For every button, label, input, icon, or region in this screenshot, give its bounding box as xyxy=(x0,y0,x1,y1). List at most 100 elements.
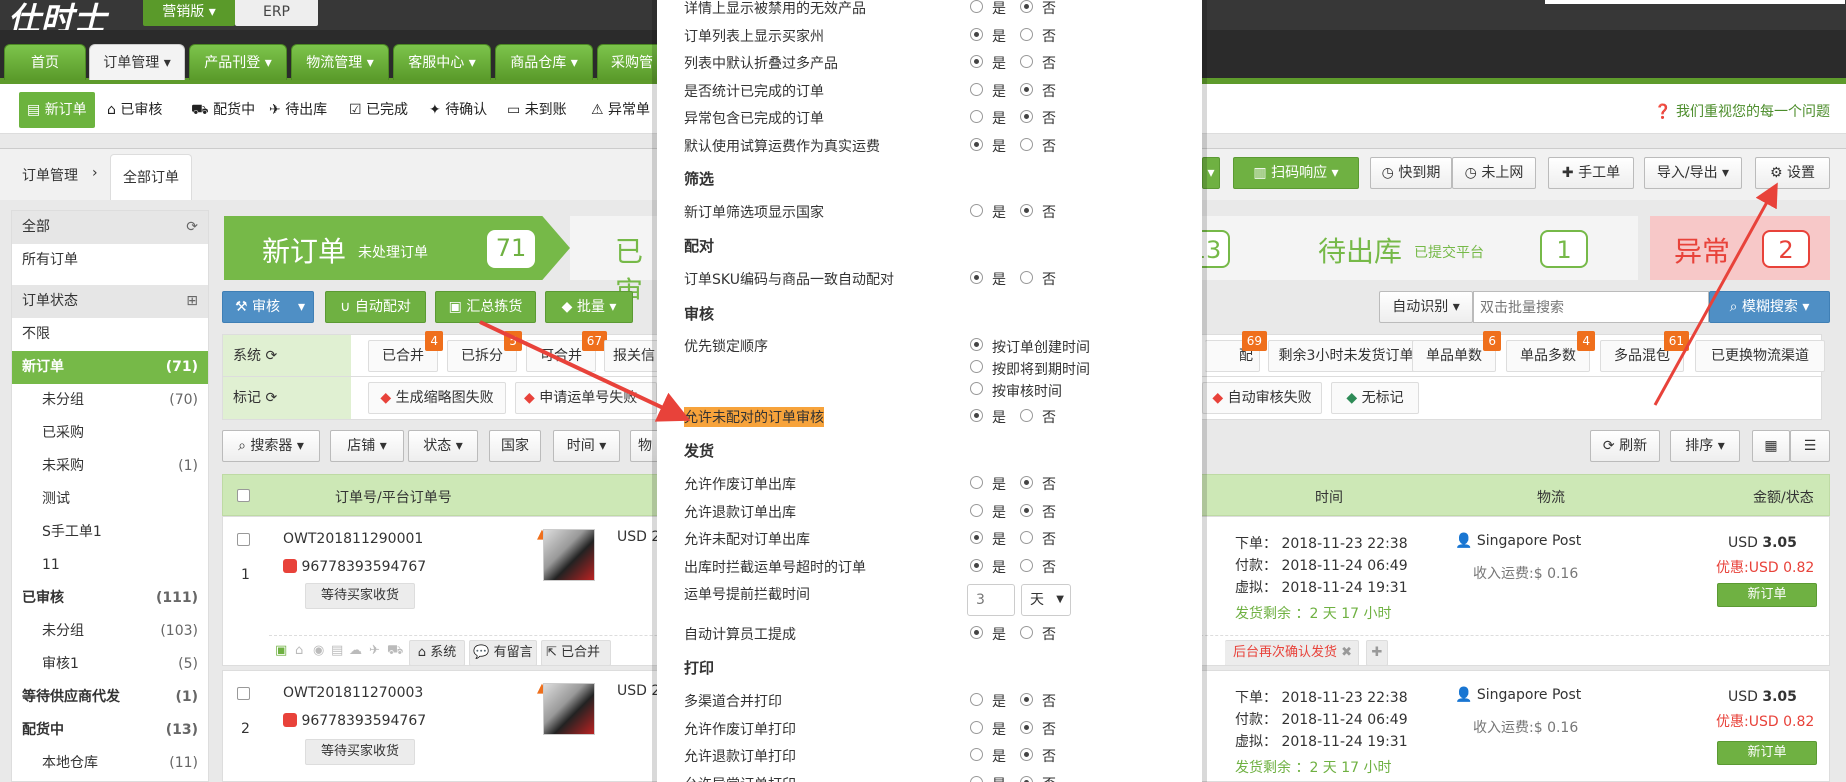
radio-yes[interactable] xyxy=(970,476,983,489)
refresh-icon[interactable]: ⟳ xyxy=(265,348,277,364)
refresh-icon[interactable]: ⟳ xyxy=(186,211,198,244)
intercept-time-input[interactable]: 3 xyxy=(967,584,1015,616)
batch-button[interactable]: ◆ 批量 ▾ xyxy=(545,291,633,323)
top-search-box[interactable] xyxy=(1545,0,1845,4)
radio-no[interactable] xyxy=(1020,693,1033,706)
sidebar-item-ungrouped[interactable]: 未分组 (70) xyxy=(12,384,208,417)
radio-no[interactable] xyxy=(1020,531,1033,544)
sidebar-all-orders[interactable]: 所有订单 xyxy=(12,244,208,277)
tab-home[interactable]: 首页 xyxy=(4,44,86,80)
intercept-unit-select[interactable]: 天 ▼ xyxy=(1021,584,1071,616)
radio-yes[interactable] xyxy=(970,110,983,123)
tab-product-listing[interactable]: 产品刊登 ▾ xyxy=(189,44,287,80)
radio-yes[interactable] xyxy=(970,626,983,639)
refresh-button[interactable]: ⟳ 刷新 xyxy=(1590,430,1660,462)
tag-merged[interactable]: 已合并 4 xyxy=(368,331,443,372)
sidebar-item-11[interactable]: 11 xyxy=(12,549,208,582)
state-button[interactable]: 新订单 xyxy=(1717,583,1817,607)
banner-abnormal[interactable]: 异常 2 xyxy=(1650,216,1830,280)
scan-response-button[interactable]: ▥ 扫码响应 ▾ xyxy=(1233,157,1359,189)
radio-no[interactable] xyxy=(1020,110,1033,123)
radio-yes[interactable] xyxy=(970,27,983,41)
filter-country[interactable]: 国家 xyxy=(489,430,541,462)
radio-no[interactable] xyxy=(1020,558,1033,572)
radio-no[interactable] xyxy=(1020,27,1033,41)
tab-logistics[interactable]: 物流管理 ▾ xyxy=(291,44,389,80)
fuzzy-search-button[interactable]: ⌕ 模糊搜索 ▾ xyxy=(1709,291,1830,323)
radio-yes[interactable] xyxy=(970,693,983,706)
product-thumbnail[interactable] xyxy=(543,529,595,581)
tag-single-single[interactable]: 单品单数 6 xyxy=(1412,331,1501,372)
close-icon[interactable]: ✖ xyxy=(1341,645,1352,660)
message-tag[interactable]: 💬 有留言 xyxy=(469,640,537,666)
sidebar-item-new-orders[interactable]: 新订单 (71) xyxy=(12,351,208,384)
radio-yes[interactable] xyxy=(970,748,983,761)
filter-time[interactable]: 时间 ▾ xyxy=(553,430,620,462)
help-link[interactable]: ❓ 我们重视您的每一个问题 xyxy=(1654,101,1830,121)
auto-match-button[interactable]: ∪ 自动配对 xyxy=(325,291,426,323)
tag-thumbnail-failed[interactable]: ◆ 生成缩略图失败 xyxy=(368,382,506,414)
sidebar-item-test[interactable]: 测试 xyxy=(12,483,208,516)
radio-no[interactable] xyxy=(1020,0,1033,13)
radio-no[interactable] xyxy=(1020,748,1033,761)
radio-yes[interactable] xyxy=(970,503,983,517)
banner-new-orders[interactable]: 新订单 未处理订单 71 xyxy=(224,216,570,280)
radio-yes[interactable] xyxy=(970,137,983,151)
tag-waybill-failed[interactable]: ◆ 申请运单号失败 xyxy=(515,382,657,414)
radio-yes[interactable] xyxy=(970,271,983,284)
refresh-icon[interactable]: ⟳ xyxy=(265,390,277,406)
radio-yes[interactable] xyxy=(970,558,983,572)
select-all-checkbox[interactable] xyxy=(237,489,250,502)
manual-order-button[interactable]: ✚ 手工单 xyxy=(1548,157,1634,189)
product-thumbnail[interactable] xyxy=(543,683,595,735)
radio-yes[interactable] xyxy=(970,409,983,422)
state-button[interactable]: 新订单 xyxy=(1717,741,1817,765)
banner-audited[interactable]: 已审 xyxy=(570,216,657,308)
radio-no[interactable] xyxy=(1020,503,1033,517)
radio-yes[interactable] xyxy=(970,204,983,217)
subnav-to-confirm[interactable]: ✦ 待确认 xyxy=(429,96,487,124)
summary-pick-button[interactable]: ▣ 汇总拣货 xyxy=(435,291,536,323)
subnav-audited[interactable]: ⌂ 已审核 xyxy=(107,96,162,124)
sidebar-all[interactable]: 全部 ⟳ xyxy=(12,211,208,244)
tag-3h-unshipped[interactable]: 剩余3小时未发货订单 xyxy=(1268,340,1424,372)
radio-no[interactable] xyxy=(1020,271,1033,284)
radio-yes[interactable] xyxy=(970,0,983,13)
radio-yes[interactable] xyxy=(970,531,983,544)
tab-order-management[interactable]: 订单管理 ▾ xyxy=(89,44,185,80)
banner-pending-out[interactable]: 待出库 已提交平台 1 xyxy=(1268,216,1638,280)
filter-store[interactable]: 店铺 ▾ xyxy=(330,430,404,462)
subnav-completed[interactable]: ☑ 已完成 xyxy=(349,96,408,124)
not-online-button[interactable]: ◷ 未上网 xyxy=(1452,157,1536,189)
sidebar-item-unlimited[interactable]: 不限 xyxy=(12,318,208,351)
filter-status[interactable]: 状态 ▾ xyxy=(408,430,478,462)
radio-yes[interactable] xyxy=(970,775,983,782)
sidebar-item-audited[interactable]: 已审核 (111) xyxy=(12,582,208,615)
import-export-button[interactable]: 导入/导出 ▾ xyxy=(1644,157,1742,189)
subnav-pending-out[interactable]: ✈ 待出库 xyxy=(269,96,327,124)
row-checkbox[interactable] xyxy=(237,687,250,700)
radio-priority-audit[interactable] xyxy=(970,382,983,395)
radio-no[interactable] xyxy=(1020,137,1033,151)
tab-customer-service[interactable]: 客服中心 ▾ xyxy=(393,44,491,80)
radio-yes[interactable] xyxy=(970,55,983,68)
tag-logistics-changed[interactable]: 已更换物流渠道 xyxy=(1695,340,1825,372)
radio-no[interactable] xyxy=(1020,476,1033,489)
subnav-abnormal[interactable]: ⚠ 异常单 xyxy=(591,96,650,124)
subnav-picking[interactable]: ⛟ 配货中 xyxy=(191,96,255,124)
sales-edition-button[interactable]: 营销版 ▾ xyxy=(143,0,235,26)
expiring-button[interactable]: ◷ 快到期 xyxy=(1370,157,1452,189)
sidebar-item-local-warehouse[interactable]: 本地仓库 (11) xyxy=(12,747,208,780)
confirm-ship-tag[interactable]: 后台再次确认发货 ✖ xyxy=(1225,640,1359,666)
tab-warehouse[interactable]: 商品仓库 ▾ xyxy=(495,44,593,80)
system-tag[interactable]: ⌂ 系统 xyxy=(409,640,465,666)
filter-searcher[interactable]: ⌕ 搜索器 ▾ xyxy=(222,430,320,462)
radio-yes[interactable] xyxy=(970,720,983,734)
add-tag-button[interactable]: ✚ xyxy=(1366,640,1388,666)
settings-button[interactable]: ⚙ 设置 xyxy=(1755,157,1830,189)
radio-priority-expiring[interactable] xyxy=(970,360,983,373)
sidebar-item-picking[interactable]: 配货中 (13) xyxy=(12,714,208,747)
sidebar-item-purchased[interactable]: 已采购 xyxy=(12,417,208,450)
subnav-new-orders[interactable]: ▤ 新订单 xyxy=(19,92,95,128)
radio-no[interactable] xyxy=(1020,775,1033,782)
